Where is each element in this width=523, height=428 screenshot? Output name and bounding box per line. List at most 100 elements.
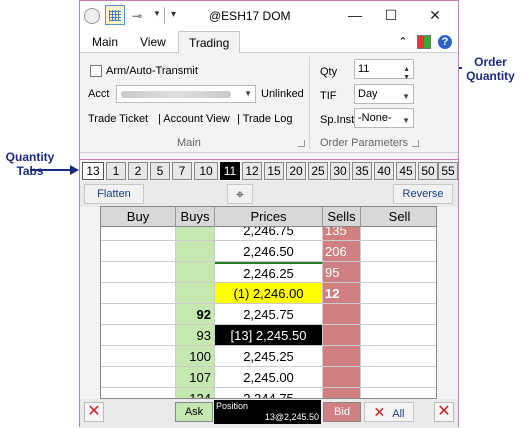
sell-cell[interactable]	[361, 325, 436, 346]
sell-cell[interactable]	[361, 388, 436, 398]
sell-cell[interactable]	[361, 262, 436, 283]
arm-auto-transmit-checkbox[interactable]	[90, 65, 102, 77]
account-value-redacted	[121, 91, 231, 98]
table-row: 2,246.25 95	[101, 262, 436, 283]
annotation-quantity-tabs: Quantity Tabs	[0, 150, 60, 178]
qty-tab[interactable]: 15	[264, 162, 284, 180]
maximize-button[interactable]: ☐	[376, 5, 406, 25]
table-row: 124 2,244.75	[101, 388, 436, 398]
qty-tab[interactable]: 5	[150, 162, 170, 180]
qty-tab[interactable]: 30	[330, 162, 350, 180]
sells-cell	[323, 388, 361, 398]
qty-tab[interactable]: 2	[128, 162, 148, 180]
buys-cell: 107	[176, 367, 215, 388]
qty-tab[interactable]: 40	[374, 162, 394, 180]
cancel-all-label: All	[392, 408, 405, 420]
cancel-sells-close-icon[interactable]: ✕	[434, 402, 454, 422]
arm-auto-transmit-label: Arm/Auto-Transmit	[106, 65, 198, 77]
buy-cell[interactable]	[101, 388, 176, 398]
dom-window: ⊸ ▼ ▾ @ESH17 DOM — ☐ ✕ Main View Trading…	[79, 0, 459, 428]
collapse-ribbon-icon[interactable]: ⌃	[396, 35, 410, 49]
dom-grid-icon[interactable]	[105, 5, 125, 25]
pin-icon[interactable]: ⊸	[132, 9, 142, 23]
position-price-cell: [13] 2,245.50	[215, 325, 323, 346]
qty-tab[interactable]: 7	[172, 162, 192, 180]
tab-main[interactable]: Main	[82, 31, 128, 53]
customize-toolbar-icon[interactable]: ▾	[171, 9, 176, 20]
sell-cell[interactable]	[361, 304, 436, 325]
cancel-all-button[interactable]: ✕ All	[364, 402, 414, 422]
tif-select[interactable]: Day ▼	[354, 84, 414, 104]
qty-tab[interactable]: 1	[106, 162, 126, 180]
sells-cell: 206	[323, 241, 361, 262]
chevron-down-icon[interactable]: ▼	[153, 9, 161, 18]
buy-cell[interactable]	[101, 241, 176, 262]
minimize-button[interactable]: —	[340, 5, 370, 25]
price-cell: 2,245.25	[215, 346, 323, 367]
app-menu-icon[interactable]	[84, 8, 100, 24]
buy-cell[interactable]	[101, 304, 176, 325]
annotation-arrow-left-head	[70, 165, 79, 175]
account-view-link[interactable]: | Account View	[158, 113, 230, 125]
trade-ticket-link[interactable]: Trade Ticket	[88, 113, 148, 125]
qty-tab[interactable]: 45	[396, 162, 416, 180]
color-theme-icon[interactable]	[417, 35, 431, 49]
account-select[interactable]: ▼	[116, 85, 256, 103]
buys-cell: 93	[176, 325, 215, 346]
sell-cell[interactable]	[361, 367, 436, 388]
price-cell: 2,245.75	[215, 304, 323, 325]
table-row: (1) 2,246.00 12	[101, 283, 436, 304]
annotation-arrow-left-line	[30, 169, 70, 171]
qty-stepper[interactable]: 11 ▲ ▼	[354, 59, 414, 81]
buy-cell[interactable]	[101, 367, 176, 388]
qty-tab-selected[interactable]: 11	[220, 162, 240, 180]
qty-tab[interactable]: 25	[308, 162, 328, 180]
sell-cell[interactable]	[361, 283, 436, 304]
buy-cell[interactable]	[101, 325, 176, 346]
trade-log-link[interactable]: | Trade Log	[237, 113, 292, 125]
sell-cell[interactable]	[361, 241, 436, 262]
position-value: 13@2,245.50	[264, 412, 319, 422]
qty-tab[interactable]: 10	[194, 162, 218, 180]
ribbon-group-divider	[309, 57, 310, 149]
sells-cell: 95	[323, 262, 361, 283]
center-target-button[interactable]: ⌖	[227, 184, 253, 204]
annotation-quantity-tabs-line1: Quantity	[5, 150, 55, 164]
reverse-button[interactable]: Reverse	[393, 184, 453, 204]
bid-button[interactable]: Bid	[323, 402, 361, 422]
qty-tab[interactable]: 55	[438, 162, 458, 180]
chevron-down-icon: ▼	[402, 116, 410, 125]
table-row: 100 2,245.25	[101, 346, 436, 367]
tab-view[interactable]: View	[130, 31, 176, 53]
order-parameters-launcher-icon[interactable]	[412, 140, 419, 147]
close-icon: ✕	[373, 404, 386, 420]
buy-cell[interactable]	[101, 283, 176, 304]
spinst-select[interactable]: -None- ▼	[354, 108, 414, 128]
ribbon-tab-bar: Main View Trading ⌃ ?	[80, 31, 458, 54]
tab-trading[interactable]: Trading	[178, 31, 241, 54]
buy-cell[interactable]	[101, 346, 176, 367]
help-icon[interactable]: ?	[438, 35, 452, 49]
main-group-launcher-icon[interactable]	[298, 140, 305, 147]
table-row: 92 2,245.75	[101, 304, 436, 325]
qty-tab[interactable]: 50	[418, 162, 438, 180]
trading-ribbon: Arm/Auto-Transmit Acct ▼ Unlinked Trade …	[80, 53, 458, 153]
close-button[interactable]: ✕	[420, 5, 450, 25]
flatten-button[interactable]: Flatten	[84, 184, 144, 204]
qty-tab[interactable]: 13	[82, 162, 104, 180]
qty-tab[interactable]: 35	[352, 162, 372, 180]
main-group-caption: Main	[177, 137, 201, 149]
sells-cell	[323, 346, 361, 367]
buy-cell[interactable]	[101, 262, 176, 283]
price-cell: 2,246.50	[215, 241, 323, 262]
table-row: 2,246.50 206	[101, 241, 436, 262]
buys-cell: 100	[176, 346, 215, 367]
qty-tab[interactable]: 20	[286, 162, 306, 180]
ask-button[interactable]: Ask	[175, 402, 213, 422]
buys-cell: 92	[176, 304, 215, 325]
chevron-down-icon: ▼	[402, 92, 410, 101]
sell-cell[interactable]	[361, 346, 436, 367]
cancel-buys-close-icon[interactable]: ✕	[84, 402, 104, 422]
qty-tab[interactable]: 12	[242, 162, 262, 180]
qty-label: Qty	[320, 66, 338, 78]
